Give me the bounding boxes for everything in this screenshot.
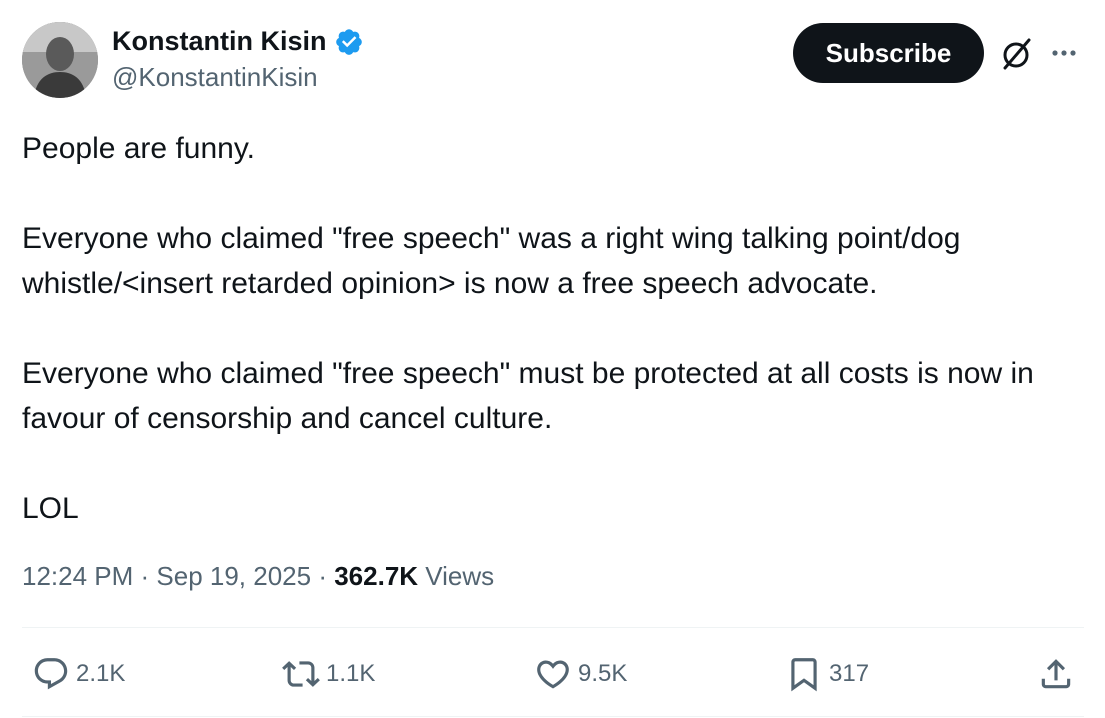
like-count: 9.5K	[578, 660, 628, 687]
bookmark-button[interactable]: 317	[785, 648, 869, 700]
author-name[interactable]: Konstantin Kisin	[112, 26, 327, 57]
author-handle[interactable]: @KonstantinKisin	[112, 62, 318, 93]
subscribe-button[interactable]: Subscribe	[793, 23, 984, 83]
bookmark-count: 317	[829, 660, 870, 687]
post-text: People are funny. Everyone who claimed "…	[22, 126, 1082, 531]
post-time[interactable]: 12:24 PM	[22, 561, 133, 592]
avatar-photo	[22, 22, 98, 98]
reply-icon	[34, 658, 68, 690]
post-paragraph: Everyone who claimed "free speech" must …	[22, 357, 1034, 435]
reply-button[interactable]: 2.1K	[32, 648, 125, 700]
post-paragraph: LOL	[22, 492, 79, 525]
bookmark-icon	[791, 658, 817, 692]
grok-icon[interactable]	[997, 35, 1035, 73]
divider	[22, 716, 1084, 717]
divider	[22, 627, 1084, 628]
post-paragraph: Everyone who claimed "free speech" was a…	[22, 222, 961, 300]
reply-count: 2.1K	[76, 660, 126, 687]
post-meta: 12:24 PM · Sep 19, 2025 · 362.7K Views	[22, 561, 494, 592]
meta-separator: ·	[133, 561, 157, 591]
post-date[interactable]: Sep 19, 2025	[156, 561, 311, 592]
meta-separator: ·	[311, 561, 335, 591]
repost-count: 1.1K	[326, 660, 376, 687]
like-button[interactable]: 9.5K	[534, 648, 627, 700]
more-dots-icon[interactable]	[1048, 38, 1080, 68]
views-label: Views	[418, 561, 495, 591]
repost-icon	[282, 661, 320, 687]
views-count: 362.7K	[334, 561, 419, 591]
share-icon	[1041, 659, 1071, 689]
share-button[interactable]	[1037, 648, 1075, 700]
repost-button[interactable]: 1.1K	[282, 648, 375, 700]
heart-icon	[537, 660, 569, 689]
avatar[interactable]	[22, 22, 98, 98]
author-name-row[interactable]: Konstantin Kisin	[112, 26, 364, 57]
post-paragraph: People are funny.	[22, 132, 255, 165]
action-bar: 2.1K 1.1K 9.5K 317	[0, 648, 1105, 700]
verified-badge-icon[interactable]	[334, 27, 364, 57]
